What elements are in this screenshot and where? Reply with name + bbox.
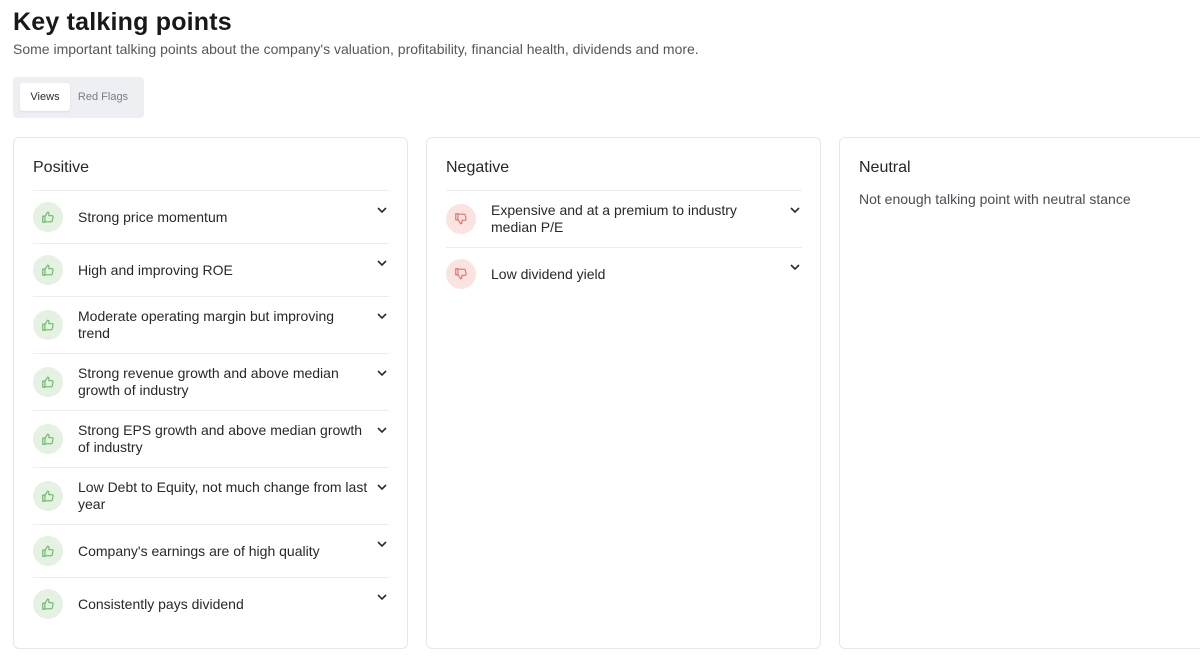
chevron-down-icon[interactable] [375,537,389,551]
positive-item[interactable]: Strong revenue growth and above median g… [33,353,389,410]
positive-item-label: Strong price momentum [78,208,228,225]
chevron-down-icon[interactable] [375,423,389,437]
thumbs-up-icon [33,424,63,454]
negative-list: Expensive and at a premium to industry m… [446,190,802,300]
view-tabs: Views Red Flags [13,77,144,118]
positive-item-label: Strong revenue growth and above median g… [78,365,339,398]
neutral-card-title: Neutral [859,159,911,176]
tab-red-flags[interactable]: Red Flags [70,83,136,111]
negative-card-title: Negative [446,159,510,176]
positive-item[interactable]: Strong EPS growth and above median growt… [33,410,389,467]
chevron-down-icon[interactable] [375,309,389,323]
negative-item-label: Expensive and at a premium to industry m… [491,202,737,235]
thumbs-up-icon [33,202,63,232]
thumbs-up-icon [33,310,63,340]
negative-item-label: Low dividend yield [491,265,606,282]
positive-item-label: Company's earnings are of high quality [78,542,320,559]
positive-item[interactable]: Strong price momentum [33,190,389,243]
positive-list: Strong price momentum High and improving… [33,190,389,630]
positive-item[interactable]: High and improving ROE [33,243,389,296]
positive-item-label: Consistently pays dividend [78,595,244,612]
tab-views[interactable]: Views [20,83,70,111]
positive-item[interactable]: Moderate operating margin but improving … [33,296,389,353]
thumbs-up-icon [33,481,63,511]
chevron-down-icon[interactable] [375,256,389,270]
chevron-down-icon[interactable] [788,260,802,274]
chevron-down-icon[interactable] [375,203,389,217]
chevron-down-icon[interactable] [788,203,802,217]
thumbs-up-icon [33,589,63,619]
negative-item[interactable]: Low dividend yield [446,247,802,300]
page-title: Key talking points [13,8,232,36]
neutral-empty-message: Not enough talking point with neutral st… [859,191,1131,207]
positive-item[interactable]: Consistently pays dividend [33,577,389,630]
positive-card-title: Positive [33,159,90,176]
thumbs-up-icon [33,367,63,397]
chevron-down-icon[interactable] [375,480,389,494]
positive-item[interactable]: Company's earnings are of high quality [33,524,389,577]
negative-card: Negative Expensive and at a premium to i… [426,137,821,649]
negative-item[interactable]: Expensive and at a premium to industry m… [446,190,802,247]
chevron-down-icon[interactable] [375,366,389,380]
positive-card: Positive Strong price momentum High and … [13,137,408,649]
thumbs-down-icon [446,204,476,234]
positive-item-label: Moderate operating margin but improving … [78,308,335,341]
thumbs-down-icon [446,259,476,289]
thumbs-up-icon [33,536,63,566]
positive-item-label: High and improving ROE [78,261,233,278]
chevron-down-icon[interactable] [375,590,389,604]
neutral-card: Neutral Not enough talking point with ne… [839,137,1200,649]
positive-item[interactable]: Low Debt to Equity, not much change from… [33,467,389,524]
thumbs-up-icon [33,255,63,285]
page-subtitle: Some important talking points about the … [13,41,699,57]
positive-item-label: Strong EPS growth and above median growt… [78,422,363,455]
key-talking-points-page: Key talking points Some important talkin… [0,0,1200,664]
positive-item-label: Low Debt to Equity, not much change from… [78,479,368,512]
